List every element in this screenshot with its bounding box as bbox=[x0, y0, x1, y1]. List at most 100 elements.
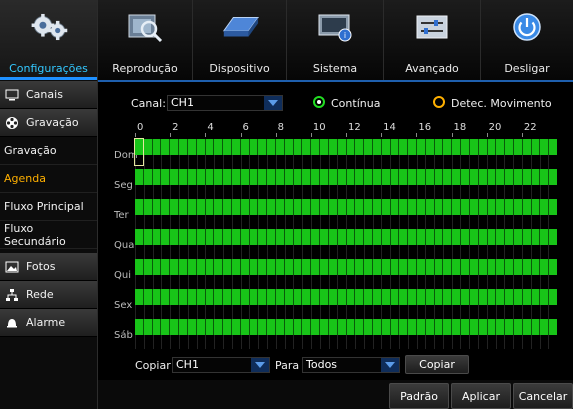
schedule-cell[interactable] bbox=[160, 259, 170, 275]
schedule-cell[interactable] bbox=[442, 319, 452, 335]
schedule-cell[interactable] bbox=[460, 229, 469, 245]
schedule-cell[interactable] bbox=[160, 319, 170, 335]
schedule-cell[interactable] bbox=[495, 229, 505, 245]
schedule-cell[interactable] bbox=[301, 319, 311, 335]
schedule-cell[interactable] bbox=[345, 259, 355, 275]
schedule-cell[interactable] bbox=[539, 259, 549, 275]
schedule-cell[interactable] bbox=[230, 289, 240, 305]
schedule-cell[interactable] bbox=[257, 139, 267, 155]
schedule-cell[interactable] bbox=[345, 199, 355, 215]
schedule-cell[interactable] bbox=[178, 229, 187, 245]
schedule-cell[interactable] bbox=[416, 139, 425, 155]
schedule-cell[interactable] bbox=[398, 259, 408, 275]
schedule-cell[interactable] bbox=[486, 289, 496, 305]
schedule-cell[interactable] bbox=[521, 229, 531, 245]
schedule-cell[interactable] bbox=[257, 169, 267, 185]
schedule-cell[interactable] bbox=[178, 169, 187, 185]
schedule-cell[interactable] bbox=[380, 259, 390, 275]
schedule-cell[interactable] bbox=[442, 289, 452, 305]
schedule-cell[interactable] bbox=[292, 319, 302, 335]
schedule-cell[interactable] bbox=[504, 169, 513, 185]
sidebar-item-rede[interactable]: Rede bbox=[0, 281, 97, 309]
schedule-cell[interactable] bbox=[266, 199, 275, 215]
schedule-cell[interactable] bbox=[239, 259, 249, 275]
copy-to-select[interactable]: Todos bbox=[302, 357, 400, 373]
schedule-cell[interactable] bbox=[160, 169, 170, 185]
schedule-cell[interactable] bbox=[266, 259, 275, 275]
schedule-cell[interactable] bbox=[135, 319, 143, 335]
schedule-cell[interactable] bbox=[160, 289, 170, 305]
schedule-cell[interactable] bbox=[380, 289, 390, 305]
schedule-cell[interactable] bbox=[257, 319, 267, 335]
schedule-cell[interactable] bbox=[283, 319, 293, 335]
schedule-cell[interactable] bbox=[433, 319, 443, 335]
schedule-cell[interactable] bbox=[530, 229, 540, 245]
sidebar-item-fluxo-secundario[interactable]: Fluxo Secundário bbox=[0, 221, 97, 249]
schedule-cell[interactable] bbox=[398, 169, 408, 185]
schedule-cell[interactable] bbox=[380, 139, 390, 155]
schedule-cell[interactable] bbox=[460, 139, 469, 155]
schedule-cell[interactable] bbox=[433, 139, 443, 155]
schedule-cell[interactable] bbox=[363, 289, 372, 305]
schedule-cell[interactable] bbox=[292, 199, 302, 215]
schedule-cell[interactable] bbox=[186, 319, 196, 335]
schedule-cell[interactable] bbox=[354, 139, 364, 155]
schedule-cell[interactable] bbox=[319, 139, 328, 155]
schedule-cell[interactable] bbox=[512, 319, 522, 335]
schedule-cell[interactable] bbox=[310, 199, 320, 215]
schedule-cell[interactable] bbox=[486, 259, 496, 275]
default-button[interactable]: Padrão bbox=[389, 383, 449, 409]
schedule-cell[interactable] bbox=[512, 259, 522, 275]
schedule-row[interactable] bbox=[135, 169, 557, 185]
schedule-cell[interactable] bbox=[239, 169, 249, 185]
schedule-cell[interactable] bbox=[195, 319, 205, 335]
schedule-cell[interactable] bbox=[266, 289, 275, 305]
schedule-cell[interactable] bbox=[521, 139, 531, 155]
schedule-cell[interactable] bbox=[416, 259, 425, 275]
schedule-cell[interactable] bbox=[380, 169, 390, 185]
schedule-cell[interactable] bbox=[486, 139, 496, 155]
schedule-cell[interactable] bbox=[389, 169, 399, 185]
schedule-cell[interactable] bbox=[371, 229, 381, 245]
schedule-cell[interactable] bbox=[451, 169, 461, 185]
schedule-cell[interactable] bbox=[266, 229, 275, 245]
schedule-cell[interactable] bbox=[222, 199, 231, 215]
schedule-cell[interactable] bbox=[230, 169, 240, 185]
schedule-cell[interactable] bbox=[204, 229, 214, 245]
schedule-cell[interactable] bbox=[468, 229, 478, 245]
schedule-cell[interactable] bbox=[160, 199, 170, 215]
schedule-cell[interactable] bbox=[213, 319, 223, 335]
schedule-cell[interactable] bbox=[292, 169, 302, 185]
schedule-cell[interactable] bbox=[142, 259, 152, 275]
schedule-cell[interactable] bbox=[301, 139, 311, 155]
schedule-cell[interactable] bbox=[204, 169, 214, 185]
schedule-cell[interactable] bbox=[495, 199, 505, 215]
schedule-cell[interactable] bbox=[495, 319, 505, 335]
schedule-cell[interactable] bbox=[248, 139, 258, 155]
tab-configuracoes[interactable]: Configurações bbox=[0, 0, 98, 80]
schedule-cell[interactable] bbox=[433, 169, 443, 185]
schedule-cell[interactable] bbox=[283, 169, 293, 185]
schedule-cell[interactable] bbox=[460, 199, 469, 215]
schedule-cell[interactable] bbox=[283, 289, 293, 305]
schedule-cell[interactable] bbox=[371, 199, 381, 215]
schedule-cell[interactable] bbox=[512, 199, 522, 215]
schedule-row[interactable] bbox=[135, 289, 557, 305]
schedule-cell[interactable] bbox=[468, 319, 478, 335]
schedule-cell[interactable] bbox=[371, 139, 381, 155]
schedule-cell[interactable] bbox=[398, 289, 408, 305]
schedule-cell[interactable] bbox=[548, 199, 557, 215]
tab-reproducao[interactable]: Reprodução bbox=[98, 0, 193, 80]
schedule-row[interactable] bbox=[135, 199, 557, 215]
schedule-cell[interactable] bbox=[477, 169, 487, 185]
schedule-row[interactable] bbox=[135, 139, 557, 155]
schedule-cell[interactable] bbox=[301, 169, 311, 185]
schedule-cell[interactable] bbox=[398, 139, 408, 155]
schedule-cell[interactable] bbox=[178, 199, 187, 215]
schedule-cell[interactable] bbox=[257, 229, 267, 245]
schedule-cell[interactable] bbox=[248, 199, 258, 215]
schedule-cell[interactable] bbox=[389, 139, 399, 155]
schedule-cell[interactable] bbox=[539, 229, 549, 245]
schedule-cell[interactable] bbox=[319, 289, 328, 305]
schedule-cell[interactable] bbox=[292, 259, 302, 275]
